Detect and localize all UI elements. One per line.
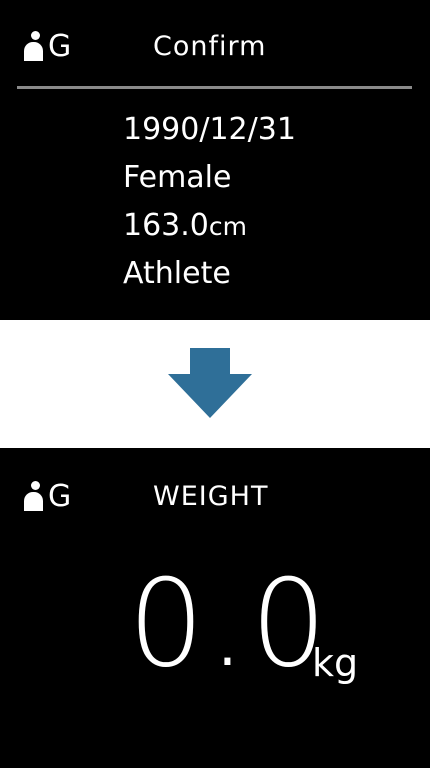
weight-title: WEIGHT [153, 481, 269, 512]
gender-value: Female [123, 160, 232, 195]
user-icon [24, 31, 48, 61]
height-display: 163.0cm [123, 208, 247, 245]
weight-unit: kg [312, 641, 359, 685]
down-arrow-icon [168, 348, 252, 418]
weight-value: 0.0 [128, 555, 331, 694]
height-value: 163.0 [123, 208, 209, 243]
birthdate-value: 1990/12/31 [123, 112, 296, 147]
user-letter: G [48, 29, 72, 64]
user-letter: G [48, 479, 72, 514]
activity-value: Athlete [123, 256, 231, 291]
confirm-screen: G Confirm 1990/12/31 Female 163.0cm Athl… [0, 0, 430, 320]
height-unit: cm [208, 212, 247, 241]
user-icon [24, 481, 48, 511]
confirm-title: Confirm [153, 31, 267, 62]
divider [17, 86, 412, 89]
